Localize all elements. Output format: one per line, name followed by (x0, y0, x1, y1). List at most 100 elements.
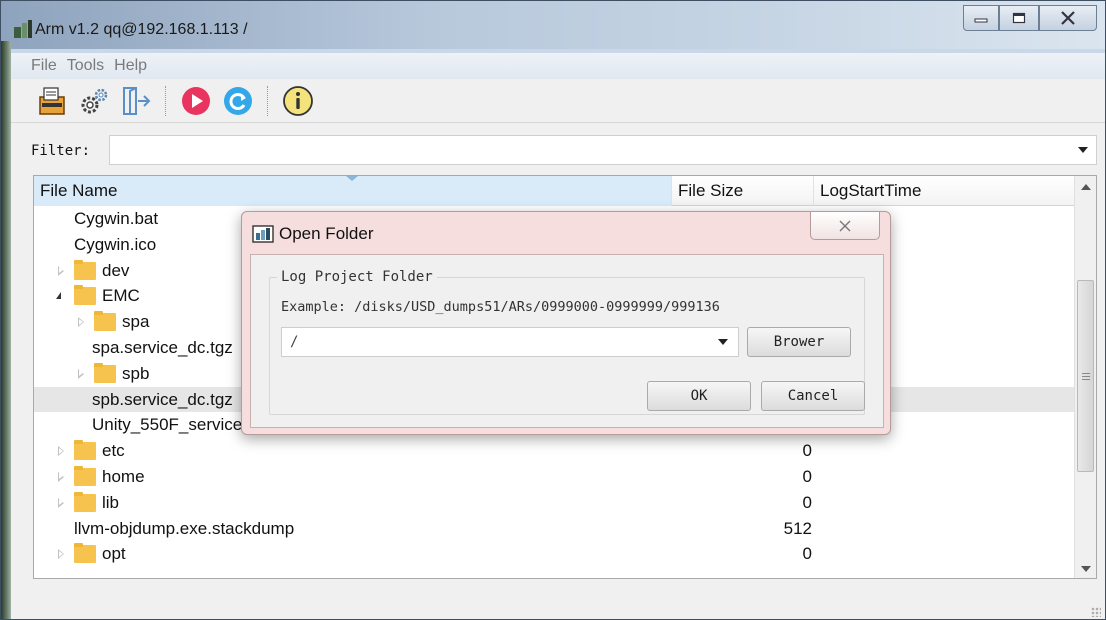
close-window-button[interactable] (1039, 5, 1097, 31)
tree-row-label: spb (122, 363, 150, 383)
toolbar-separator (267, 85, 269, 116)
ok-button[interactable]: OK (647, 381, 751, 411)
open-folder-dialog: Open Folder Log Project Folder Example: … (241, 211, 891, 435)
tree-row-label: EMC (102, 286, 140, 306)
resize-grip-icon[interactable] (1091, 607, 1101, 617)
expand-arrow-closed-icon[interactable] (54, 444, 68, 458)
tree-row-label: spa.service_dc.tgz (92, 337, 233, 357)
tree-row[interactable]: lib 0 (34, 490, 1074, 516)
expand-arrow-closed-icon[interactable] (54, 264, 68, 278)
column-header-file-size[interactable]: File Size (672, 176, 814, 206)
tree-row-name: home (54, 465, 145, 487)
cancel-button[interactable]: Cancel (761, 381, 865, 411)
tree-row-name: spb (74, 362, 150, 384)
scroll-up-arrow-icon[interactable] (1081, 184, 1091, 190)
column-header-log-start-time[interactable]: LogStartTime (814, 176, 1074, 206)
folder-icon (74, 285, 96, 306)
close-icon (1061, 11, 1075, 25)
tree-row-label: Unity_550F_service (92, 415, 243, 435)
scroll-down-arrow-icon[interactable] (1081, 566, 1091, 572)
toolbar-separator (165, 85, 167, 116)
tree-row-name: spa.service_dc.tgz (92, 338, 233, 358)
expand-arrow-open-icon[interactable] (54, 289, 68, 303)
tree-row-label: lib (102, 492, 120, 512)
grip-icon (1082, 373, 1090, 380)
dialog-title: Open Folder (279, 224, 374, 243)
folder-icon (74, 259, 96, 280)
tree-row-size: 0 (802, 492, 812, 512)
play-button[interactable] (179, 84, 213, 118)
menu-bar: File Tools Help (11, 53, 1105, 79)
tree-row-size: 512 (783, 518, 812, 538)
exit-button[interactable] (119, 84, 153, 118)
window-controls (963, 5, 1097, 33)
scrollbar-thumb[interactable] (1077, 280, 1094, 472)
tree-row[interactable]: home 0 (34, 464, 1074, 490)
tree-row-name: Unity_550F_service (92, 415, 242, 435)
info-button[interactable] (281, 84, 315, 118)
settings-gears-icon (81, 88, 108, 113)
folder-icon (94, 362, 116, 383)
info-icon (283, 85, 313, 116)
refresh-button[interactable] (221, 84, 255, 118)
tree-row-name: llvm-objdump.exe.stackdump (74, 519, 294, 539)
minimize-button[interactable] (963, 5, 999, 31)
title-bar[interactable]: Arm v1.2 qq@192.168.1.113 / (1, 1, 1105, 49)
maximize-button[interactable] (999, 5, 1039, 31)
tree-row-label: spa (122, 312, 150, 332)
exit-icon (123, 86, 151, 115)
expand-arrow-closed-icon[interactable] (54, 470, 68, 484)
tree-row-label: opt (102, 544, 126, 564)
menu-tools[interactable]: Tools (65, 57, 106, 75)
example-path-text: Example: /disks/USD_dumps51/ARs/0999000-… (281, 299, 720, 315)
filter-label: Filter: (31, 143, 91, 159)
tree-row-name: spa (74, 311, 150, 332)
settings-button[interactable] (77, 84, 111, 118)
column-header-label: LogStartTime (820, 181, 922, 200)
tree-row-label: etc (102, 441, 125, 461)
chevron-down-icon[interactable] (718, 339, 728, 345)
chevron-down-icon[interactable] (1078, 147, 1088, 153)
menu-file[interactable]: File (29, 57, 59, 75)
folder-icon (94, 311, 116, 332)
tree-row-name: etc (54, 440, 125, 461)
tree-row-label: spb.service_dc.tgz (92, 389, 233, 409)
folder-icon (74, 440, 96, 461)
filter-combobox[interactable] (109, 135, 1097, 165)
vertical-scrollbar[interactable] (1074, 176, 1096, 578)
expand-arrow-closed-icon[interactable] (54, 547, 68, 561)
tree-row[interactable]: llvm-objdump.exe.stackdump 512 (34, 516, 1074, 542)
refresh-icon (224, 86, 252, 115)
close-icon (839, 220, 851, 231)
folder-icon (74, 465, 96, 486)
expand-arrow-closed-icon[interactable] (54, 496, 68, 510)
tree-row-label: Cygwin.bat (74, 209, 159, 228)
desktop-edge (1, 41, 11, 619)
tree-row-name: EMC (54, 285, 140, 306)
minimize-icon (974, 18, 988, 23)
tree-header: File Name File Size LogStartTime (34, 176, 1074, 206)
tree-row-name: dev (54, 259, 130, 281)
maximize-icon (1012, 12, 1026, 24)
column-header-label: File Size (678, 181, 744, 200)
tree-row-name: Cygwin.ico (74, 235, 156, 255)
tree-row-label: llvm-objdump.exe.stackdump (74, 518, 295, 538)
tree-row[interactable]: etc 0 (34, 438, 1074, 464)
tree-row-name: spb.service_dc.tgz (92, 390, 233, 410)
group-title: Log Project Folder (277, 269, 437, 285)
folder-icon (74, 491, 96, 512)
expand-arrow-closed-icon[interactable] (74, 315, 88, 329)
dialog-close-button[interactable] (810, 212, 880, 240)
folder-path-input[interactable] (282, 328, 702, 356)
expand-arrow-closed-icon[interactable] (74, 367, 88, 381)
tree-row[interactable]: opt 0 (34, 541, 1074, 567)
browse-button[interactable]: Brower (747, 327, 851, 357)
open-folder-button[interactable] (35, 84, 69, 118)
menu-help[interactable]: Help (112, 57, 149, 75)
folder-path-combobox[interactable] (281, 327, 739, 357)
tree-row-label: home (102, 466, 145, 486)
column-header-label: File Name (40, 181, 118, 200)
tree-row-name: Cygwin.bat (74, 209, 158, 229)
open-folder-icon (39, 86, 65, 115)
tree-row-label: dev (102, 260, 130, 280)
